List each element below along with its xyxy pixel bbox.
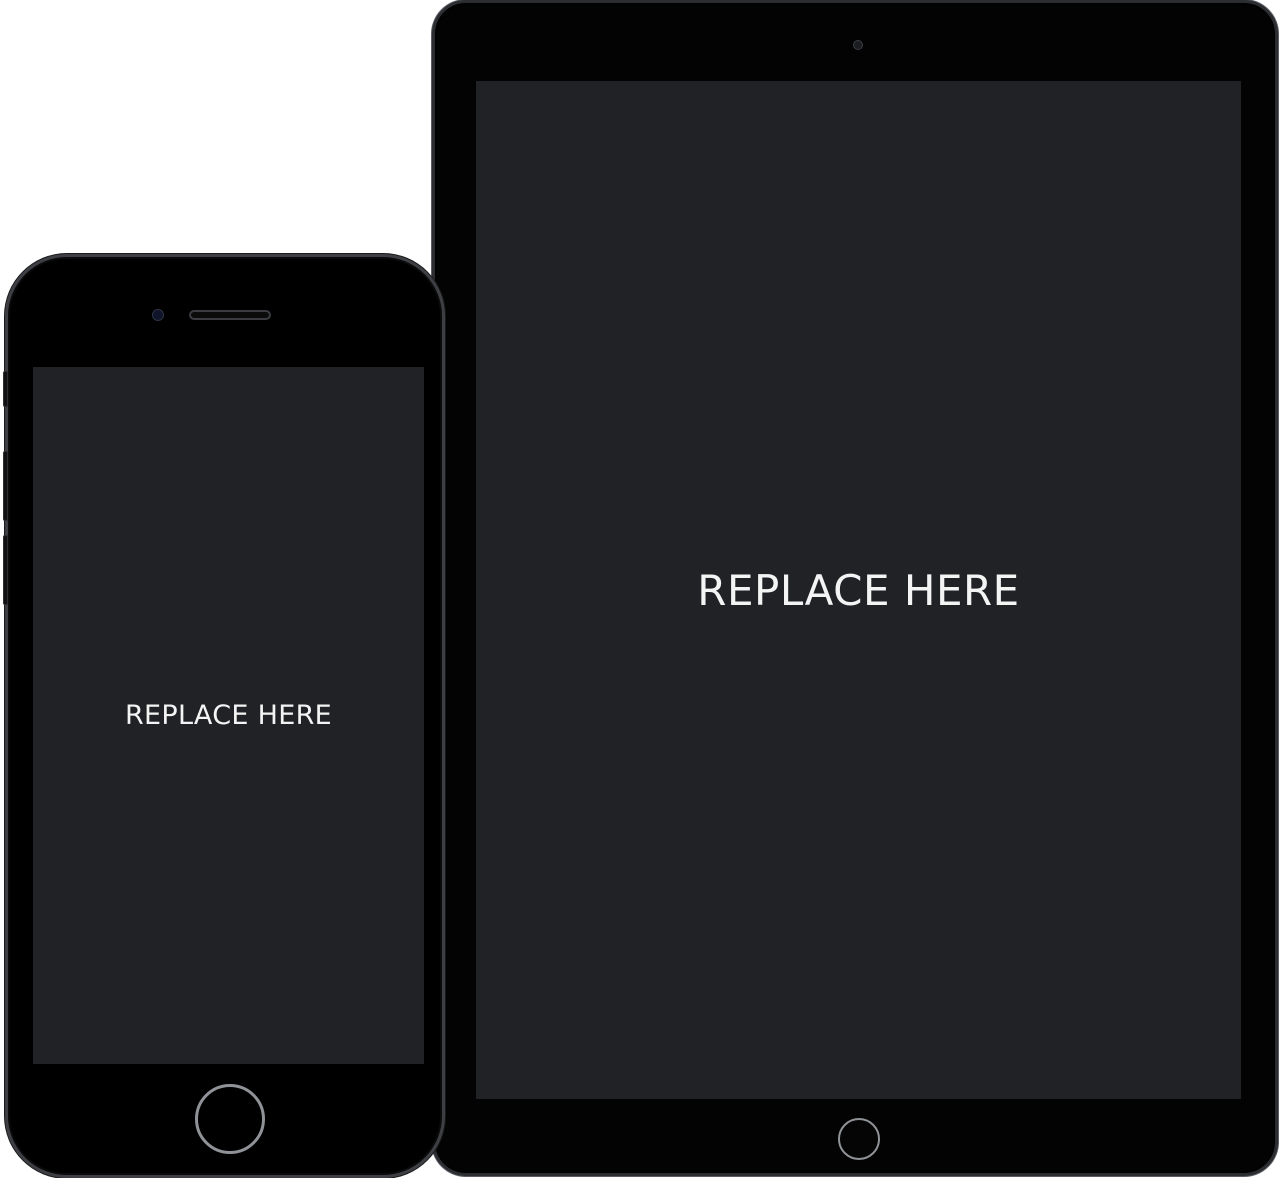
home-button-icon [838, 1118, 880, 1160]
tablet-screen: REPLACE HERE [476, 81, 1241, 1099]
phone-screen-placeholder-text: REPLACE HERE [124, 700, 333, 731]
tablet-screen-placeholder-text: REPLACE HERE [697, 565, 1020, 615]
home-button-icon [195, 1084, 265, 1154]
volume-down-button-icon [3, 535, 8, 605]
phone-device: REPLACE HERE [3, 254, 445, 1178]
phone-screen: REPLACE HERE [33, 367, 424, 1064]
front-camera-icon [152, 309, 164, 321]
earpiece-speaker-icon [189, 310, 271, 320]
tablet-device: REPLACE HERE [432, 0, 1278, 1176]
mute-switch-icon [3, 371, 8, 407]
volume-up-button-icon [3, 451, 8, 521]
front-camera-icon [853, 40, 863, 50]
